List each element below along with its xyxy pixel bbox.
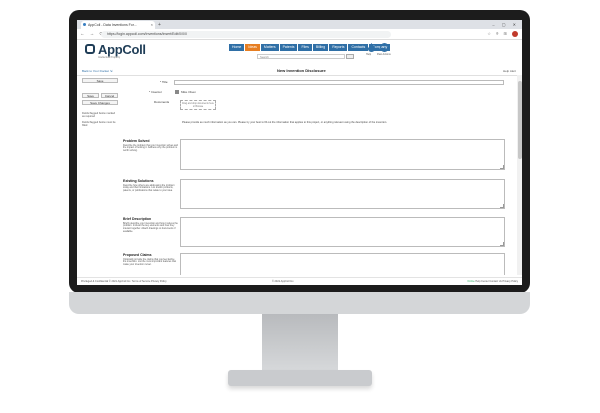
browser-tab[interactable]: AppColl - Data Inventions For... ×: [81, 21, 155, 29]
window-controls[interactable]: – ▢ ✕: [492, 20, 519, 29]
monitor-stand-neck: [262, 314, 338, 374]
scrollbar[interactable]: [517, 75, 522, 275]
must-fill-note: Fields flagged below must be filled: [82, 121, 116, 128]
address-bar[interactable]: https://login.appcoll.com/Inventions/Ins…: [101, 30, 391, 38]
new-tab-icon[interactable]: +: [158, 21, 161, 29]
proposed-claims-section: Proposed Claims Optionally provide the c…: [123, 253, 178, 267]
browser-tab-bar: AppColl - Data Inventions For... × + – ▢…: [77, 20, 522, 29]
logo-text: AppColl: [98, 42, 146, 57]
section-heading: Proposed Claims: [123, 253, 152, 257]
tab-title: AppColl - Data Inventions For...: [88, 23, 137, 27]
browser-toolbar: ← → ⟳ https://login.appcoll.com/Inventio…: [77, 29, 522, 40]
logo-mark-icon: [85, 44, 95, 54]
monitor-stand-base: [228, 370, 372, 386]
document-drop-zone[interactable]: Drag and drop documents here or Browse: [180, 100, 216, 110]
nav-item-files[interactable]: Files: [298, 44, 312, 51]
save-changes-button[interactable]: Save Changes: [82, 100, 118, 105]
footer: Privileged & Confidential © 2021 AppColl…: [77, 277, 522, 285]
section-description: Describe how others are addressing the p…: [123, 183, 175, 193]
inventor-value[interactable]: Mike Olsen: [181, 90, 196, 94]
search-input[interactable]: Search: [257, 54, 345, 59]
required-note: Fields flagged below marked as required: [82, 112, 116, 119]
section-heading: Problem Solved: [123, 139, 150, 143]
status-badge: Online: [467, 280, 475, 283]
nav-item-reports[interactable]: Reports: [329, 44, 348, 51]
inventor-label: * Inventor: [149, 90, 162, 94]
page-title: New Invention Disclosure: [277, 68, 326, 73]
existing-solutions-textarea[interactable]: [180, 179, 505, 209]
page-bar: Back to Your Docket ⇲ New Invention Disc…: [77, 67, 522, 76]
brief-description-section: Brief Description Briefly describe your …: [123, 217, 178, 234]
resize-grip-icon[interactable]: [500, 242, 504, 246]
back-to-docket-link[interactable]: Back to Your Docket ⇲: [82, 68, 112, 74]
problem-solved-textarea[interactable]: [180, 139, 505, 170]
favicon-icon: [83, 23, 86, 26]
brief-description-textarea[interactable]: [180, 217, 505, 247]
proposed-claims-textarea[interactable]: [180, 253, 505, 275]
save-button[interactable]: Save: [82, 78, 118, 83]
drop-icon[interactable]: [367, 43, 376, 52]
past-actions-label: Past Actions: [377, 53, 391, 56]
clock-icon[interactable]: [380, 43, 389, 52]
monitor-chin: [69, 292, 530, 314]
cancel-button[interactable]: Cancel: [101, 93, 118, 98]
nav-item-home[interactable]: Home: [229, 44, 245, 51]
section-heading: Brief Description: [123, 217, 152, 221]
profile-avatar-icon[interactable]: [512, 30, 518, 37]
footer-copyright: © 2021 AppColl Inc.: [272, 280, 295, 283]
tab-close-icon[interactable]: ×: [151, 21, 153, 29]
title-label: * Title: [160, 80, 168, 84]
section-description: Optionally provide the claims that you f…: [123, 257, 177, 267]
save-new-button[interactable]: Save: [82, 93, 99, 98]
section-description: Briefly describe your invention and how …: [123, 221, 178, 234]
nav-item-contacts[interactable]: Contacts: [348, 44, 369, 51]
help-links[interactable]: Help Alert: [503, 68, 516, 74]
instructions-text: Please provide as much information as yo…: [182, 121, 388, 124]
search-button[interactable]: [346, 54, 354, 59]
nav-item-matters[interactable]: Matters: [260, 44, 279, 51]
footer-right-links[interactable]: Online Help Center Contact Us Privacy Po…: [467, 280, 518, 283]
scrollbar-thumb[interactable]: [517, 81, 522, 159]
section-heading: Existing Solutions: [123, 179, 154, 183]
footer-left-text[interactable]: Privileged & Confidential © 2021 AppColl…: [81, 280, 167, 283]
resize-grip-icon[interactable]: [500, 204, 504, 208]
nav-item-billing[interactable]: Billing: [312, 44, 329, 51]
resize-grip-icon[interactable]: [500, 165, 504, 169]
title-input[interactable]: [174, 80, 504, 85]
problem-solved-section: Problem Solved Describe the problem that…: [123, 139, 178, 153]
nav-item-ideas[interactable]: Ideas: [245, 44, 260, 51]
section-description: Describe the problem that your invention…: [123, 143, 179, 153]
help-label: Help: [366, 53, 372, 56]
logo-subtitle: Intellectual Property: [98, 56, 121, 59]
screen: AppColl - Data Inventions For... × + – ▢…: [77, 20, 522, 285]
existing-solutions-section: Existing Solutions Describe how others a…: [123, 179, 178, 193]
nav-item-patents[interactable]: Patents: [279, 44, 298, 51]
documents-label: Documents: [154, 100, 170, 104]
browser-extension-icons[interactable]: ☆ ⌾ ⊞: [487, 30, 518, 38]
person-icon: [175, 90, 179, 94]
app-header: AppColl Intellectual Property Home Ideas M…: [77, 40, 522, 67]
